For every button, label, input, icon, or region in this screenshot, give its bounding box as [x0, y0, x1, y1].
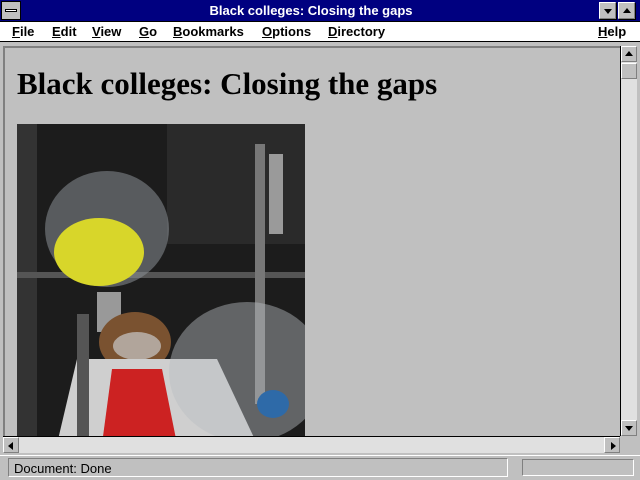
menu-view[interactable]: View [92, 24, 121, 40]
maximize-button[interactable] [618, 2, 635, 19]
menu-edit[interactable]: Edit [52, 24, 77, 40]
window-title: Black colleges: Closing the gaps [209, 3, 413, 18]
content-frame: Black colleges: Closing the gaps [0, 43, 640, 453]
scroll-right-icon [611, 442, 616, 450]
scroll-right-button[interactable] [604, 437, 620, 453]
scrollbar-corner [620, 436, 637, 453]
system-menu-icon [5, 9, 17, 12]
menu-go[interactable]: Go [139, 24, 157, 40]
menu-bookmarks[interactable]: Bookmarks [173, 24, 244, 40]
status-bar: Document: Done [0, 455, 640, 480]
scroll-left-button[interactable] [3, 437, 19, 453]
page-heading: Black colleges: Closing the gaps [17, 66, 438, 101]
system-menu-button[interactable] [1, 1, 21, 20]
status-text: Document: Done [8, 458, 508, 477]
scroll-up-icon [625, 51, 633, 56]
scroll-up-button[interactable] [621, 46, 637, 62]
progress-indicator [522, 459, 634, 476]
minimize-button[interactable] [599, 2, 616, 19]
horizontal-scrollbar[interactable] [3, 436, 620, 453]
scroll-down-icon [625, 426, 633, 431]
vertical-scrollbar[interactable] [620, 46, 637, 436]
menu-directory[interactable]: Directory [328, 24, 385, 40]
lab-photo-graphic [17, 124, 305, 436]
vertical-scroll-thumb[interactable] [621, 63, 637, 79]
menu-help[interactable]: Help [598, 24, 626, 40]
menu-bar: File Edit View Go Bookmarks Options Dire… [0, 22, 640, 42]
menu-options[interactable]: Options [262, 24, 311, 40]
scroll-down-button[interactable] [621, 420, 637, 436]
scroll-left-icon [8, 442, 13, 450]
menu-file[interactable]: File [12, 24, 34, 40]
minimize-arrow-icon [604, 9, 612, 14]
page-viewport: Black colleges: Closing the gaps [3, 46, 620, 436]
maximize-arrow-icon [623, 8, 631, 13]
lab-photo [17, 124, 305, 436]
title-bar: Black colleges: Closing the gaps [0, 0, 640, 22]
